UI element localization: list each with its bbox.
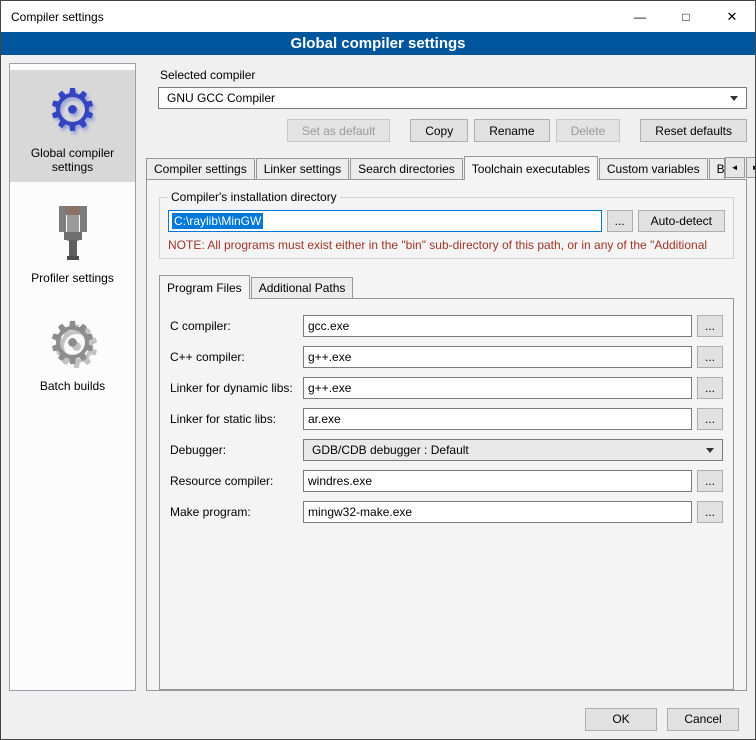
installation-directory-group: Compiler's installation directory C:\ray… xyxy=(159,190,734,259)
settings-tab-bar: Compiler settings Linker settings Search… xyxy=(146,156,747,179)
cpp-compiler-label: C++ compiler: xyxy=(170,350,298,364)
tab-additional-paths[interactable]: Additional Paths xyxy=(251,277,354,298)
cpp-compiler-row: C++ compiler: ... xyxy=(170,346,723,368)
rename-button[interactable]: Rename xyxy=(474,119,549,142)
tab-toolchain-executables[interactable]: Toolchain executables xyxy=(464,156,598,180)
sidebar-item-label: Global compiler settings xyxy=(12,146,133,174)
bin-subdirectory-note: NOTE: All programs must exist either in … xyxy=(168,238,725,252)
tab-scroll-left-icon[interactable]: ◄ xyxy=(725,157,745,178)
debugger-label: Debugger: xyxy=(170,443,298,457)
toolchain-executables-panel: Compiler's installation directory C:\ray… xyxy=(146,179,747,691)
settings-category-list: ⚙ Global compiler settings Profiler set xyxy=(9,63,136,691)
resource-compiler-browse-button[interactable]: ... xyxy=(697,470,723,492)
installation-directory-row: C:\raylib\MinGW ... Auto-detect xyxy=(168,210,725,232)
compiler-settings-window: Compiler settings — □ ✕ Global compiler … xyxy=(0,0,756,740)
dialog-footer: OK Cancel xyxy=(1,699,755,739)
sidebar-item-global-compiler-settings[interactable]: ⚙ Global compiler settings xyxy=(10,70,135,182)
c-compiler-input[interactable] xyxy=(303,315,692,337)
main-content: Selected compiler GNU GCC Compiler Set a… xyxy=(146,63,747,691)
resource-compiler-input[interactable] xyxy=(303,470,692,492)
profiler-icon xyxy=(43,202,103,267)
program-files-tab-bar: Program Files Additional Paths xyxy=(159,275,734,298)
delete-button[interactable]: Delete xyxy=(556,119,621,142)
make-program-row: Make program: ... xyxy=(170,501,723,523)
installation-directory-input[interactable]: C:\raylib\MinGW xyxy=(168,210,602,232)
static-linker-row: Linker for static libs: ... xyxy=(170,408,723,430)
make-program-input[interactable] xyxy=(303,501,692,523)
make-program-browse-button[interactable]: ... xyxy=(697,501,723,523)
dynamic-linker-label: Linker for dynamic libs: xyxy=(170,381,298,395)
debugger-row: Debugger: GDB/CDB debugger : Default xyxy=(170,439,723,461)
browse-directory-button[interactable]: ... xyxy=(607,210,633,232)
sidebar-item-label: Batch builds xyxy=(40,379,105,393)
program-files-panel: C compiler: ... C++ compiler: ... Linker… xyxy=(159,298,734,690)
c-compiler-browse-button[interactable]: ... xyxy=(697,315,723,337)
tab-compiler-settings[interactable]: Compiler settings xyxy=(146,158,255,179)
tab-search-directories[interactable]: Search directories xyxy=(350,158,463,179)
tab-build-options[interactable]: Buil xyxy=(709,158,725,179)
gray-gear-icon: ⚙ xyxy=(47,313,99,375)
maximize-button[interactable]: □ xyxy=(663,1,709,32)
dynamic-linker-browse-button[interactable]: ... xyxy=(697,377,723,399)
chevron-down-icon xyxy=(706,448,714,453)
tab-linker-settings[interactable]: Linker settings xyxy=(256,158,349,179)
title-bar: Compiler settings — □ ✕ xyxy=(1,1,755,32)
auto-detect-button[interactable]: Auto-detect xyxy=(638,210,725,232)
tab-program-files[interactable]: Program Files xyxy=(159,275,250,299)
reset-defaults-button[interactable]: Reset defaults xyxy=(640,119,747,142)
cpp-compiler-input[interactable] xyxy=(303,346,692,368)
copy-button[interactable]: Copy xyxy=(410,119,468,142)
sidebar-item-batch-builds[interactable]: ⚙ Batch builds xyxy=(10,303,135,401)
page-title: Global compiler settings xyxy=(1,32,755,55)
compiler-buttons: Set as default Copy Rename Delete Reset … xyxy=(158,119,747,142)
sidebar-item-profiler-settings[interactable]: Profiler settings xyxy=(10,192,135,293)
static-linker-browse-button[interactable]: ... xyxy=(697,408,723,430)
chevron-down-icon xyxy=(730,96,738,101)
dynamic-linker-row: Linker for dynamic libs: ... xyxy=(170,377,723,399)
debugger-select[interactable]: GDB/CDB debugger : Default xyxy=(303,439,723,461)
tab-scroll-buttons: ◄ ► xyxy=(725,157,755,179)
minimize-button[interactable]: — xyxy=(617,1,663,32)
c-compiler-label: C compiler: xyxy=(170,319,298,333)
cpp-compiler-browse-button[interactable]: ... xyxy=(697,346,723,368)
resource-compiler-label: Resource compiler: xyxy=(170,474,298,488)
tab-custom-variables[interactable]: Custom variables xyxy=(599,158,708,179)
installation-directory-legend: Compiler's installation directory xyxy=(168,190,340,204)
installation-directory-value: C:\raylib\MinGW xyxy=(172,213,263,229)
static-linker-label: Linker for static libs: xyxy=(170,412,298,426)
selected-compiler-section: Selected compiler GNU GCC Compiler Set a… xyxy=(146,63,747,156)
cancel-button[interactable]: Cancel xyxy=(667,708,739,731)
debugger-select-value: GDB/CDB debugger : Default xyxy=(312,443,469,457)
compiler-select[interactable]: GNU GCC Compiler xyxy=(158,87,747,109)
window-title: Compiler settings xyxy=(1,10,617,24)
compiler-select-value: GNU GCC Compiler xyxy=(167,91,275,105)
blue-gear-icon: ⚙ xyxy=(47,80,99,142)
make-program-label: Make program: xyxy=(170,505,298,519)
c-compiler-row: C compiler: ... xyxy=(170,315,723,337)
static-linker-input[interactable] xyxy=(303,408,692,430)
dynamic-linker-input[interactable] xyxy=(303,377,692,399)
set-as-default-button[interactable]: Set as default xyxy=(287,119,390,142)
tab-scroll-right-icon[interactable]: ► xyxy=(746,157,755,178)
dialog-body: ⚙ Global compiler settings Profiler set xyxy=(1,55,755,699)
close-button[interactable]: ✕ xyxy=(709,1,755,32)
selected-compiler-label: Selected compiler xyxy=(160,68,747,82)
resource-compiler-row: Resource compiler: ... xyxy=(170,470,723,492)
sidebar-item-label: Profiler settings xyxy=(31,271,114,285)
ok-button[interactable]: OK xyxy=(585,708,657,731)
